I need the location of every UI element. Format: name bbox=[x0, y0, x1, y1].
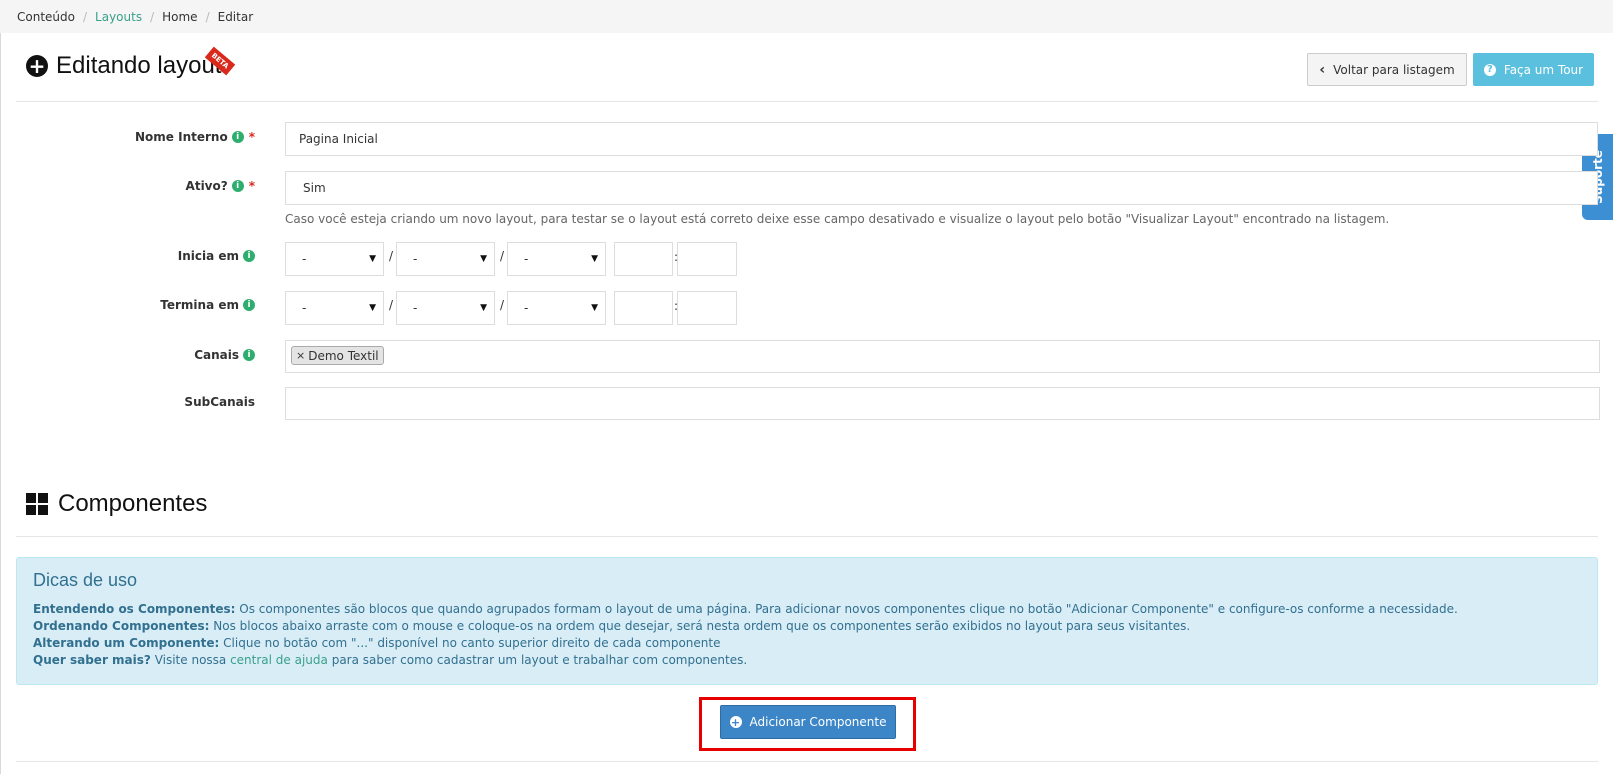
nome-interno-value: Pagina Inicial bbox=[299, 132, 378, 146]
required-marker: * bbox=[248, 130, 255, 144]
add-component-label: Adicionar Componente bbox=[749, 715, 887, 729]
componentes-divider bbox=[16, 536, 1598, 537]
subcanais-multiselect[interactable] bbox=[285, 387, 1600, 420]
breadcrumb: Conteúdo / Layouts / Home / Editar bbox=[0, 0, 1613, 33]
termina-em-minute-input[interactable] bbox=[677, 291, 737, 325]
tip-line: Alterando um Componente: Clique no botão… bbox=[33, 635, 1581, 652]
info-icon[interactable]: i bbox=[231, 180, 244, 192]
termina-em-month-value: - bbox=[413, 301, 418, 315]
date-separator: / bbox=[389, 298, 394, 312]
back-to-list-button[interactable]: ‹ Voltar para listagem bbox=[1307, 53, 1467, 86]
tip-heading: Alterando um Componente: bbox=[33, 636, 220, 650]
canais-label: Canais i bbox=[194, 348, 255, 362]
dropdown-arrow-icon: ▼ bbox=[480, 303, 487, 313]
header-divider bbox=[16, 101, 1598, 102]
dropdown-arrow-icon: ▼ bbox=[591, 303, 598, 313]
tips-panel: Dicas de uso Entendendo os Componentes: … bbox=[16, 557, 1598, 685]
ativo-value: Sim bbox=[303, 181, 326, 195]
tips-title: Dicas de uso bbox=[33, 570, 138, 590]
date-separator: / bbox=[500, 249, 505, 263]
canal-tag-label: Demo Textil bbox=[308, 348, 379, 363]
remove-tag-icon[interactable]: × bbox=[296, 349, 305, 362]
page-left-border bbox=[0, 0, 1, 774]
tip-text: Visite nossa bbox=[150, 653, 231, 667]
tip-heading: Entendendo os Componentes: bbox=[33, 602, 236, 616]
take-tour-button[interactable]: ? Faça um Tour bbox=[1473, 53, 1594, 86]
question-circle-icon: ? bbox=[1483, 63, 1496, 76]
info-icon[interactable]: i bbox=[243, 349, 255, 361]
dropdown-arrow-icon: ▼ bbox=[369, 303, 376, 313]
ativo-help-text: Caso você esteja criando um novo layout,… bbox=[285, 212, 1390, 226]
grid-icon bbox=[26, 493, 48, 515]
tip-line: Quer saber mais? Visite nossa central de… bbox=[33, 652, 1581, 669]
take-tour-label: Faça um Tour bbox=[1503, 62, 1584, 77]
plus-circle-icon: + bbox=[729, 715, 742, 729]
dropdown-arrow-icon: ▼ bbox=[369, 254, 376, 264]
breadcrumb-separator: / bbox=[150, 9, 155, 24]
canais-multiselect[interactable] bbox=[285, 340, 1600, 373]
ativo-select[interactable]: Sim bbox=[285, 171, 1598, 205]
ativo-label: Ativo? i * bbox=[186, 179, 255, 193]
tip-line: Entendendo os Componentes: Os componente… bbox=[33, 601, 1581, 618]
subcanais-label: SubCanais bbox=[184, 395, 255, 409]
canal-tag: × Demo Textil bbox=[291, 346, 384, 365]
tip-text: para saber como cadastrar um layout e tr… bbox=[327, 653, 748, 667]
inicia-em-minute-input[interactable] bbox=[677, 242, 737, 276]
tip-text: Nos blocos abaixo arraste com o mouse e … bbox=[209, 619, 1191, 633]
inicia-em-year-value: - bbox=[524, 252, 529, 266]
info-icon[interactable]: i bbox=[231, 131, 244, 143]
canais-label-text: Canais bbox=[194, 348, 239, 362]
add-component-button[interactable]: + Adicionar Componente bbox=[720, 705, 896, 739]
ativo-label-text: Ativo? bbox=[185, 179, 228, 193]
plus-circle-icon: + bbox=[26, 55, 48, 77]
chevron-left-icon: ‹ bbox=[1319, 61, 1326, 78]
page-title: + Editando layout bbox=[26, 52, 221, 80]
required-marker: * bbox=[248, 179, 255, 193]
help-center-link[interactable]: central de ajuda bbox=[230, 653, 328, 667]
inicia-em-year-select[interactable]: - ▼ bbox=[507, 242, 606, 276]
page-title-text: Editando layout bbox=[56, 52, 222, 79]
subcanais-label-text: SubCanais bbox=[184, 395, 255, 409]
breadcrumb-item-conteudo[interactable]: Conteúdo bbox=[17, 10, 75, 24]
date-separator: / bbox=[500, 298, 505, 312]
tip-heading: Quer saber mais? bbox=[33, 653, 151, 667]
inicia-em-month-select[interactable]: - ▼ bbox=[396, 242, 495, 276]
tip-text: Os componentes são blocos que quando agr… bbox=[235, 602, 1458, 616]
info-icon[interactable]: i bbox=[243, 299, 255, 311]
nome-interno-input[interactable]: Pagina Inicial bbox=[285, 122, 1598, 156]
inicia-em-label: Inicia em i bbox=[178, 249, 255, 263]
termina-em-label-text: Termina em bbox=[160, 298, 239, 312]
termina-em-month-select[interactable]: - ▼ bbox=[396, 291, 495, 325]
breadcrumb-separator: / bbox=[82, 9, 88, 24]
termina-em-day-value: - bbox=[302, 301, 307, 315]
breadcrumb-separator: / bbox=[205, 9, 210, 24]
termina-em-hour-input[interactable] bbox=[614, 291, 673, 325]
tip-heading: Ordenando Componentes: bbox=[33, 619, 210, 633]
inicia-em-day-select[interactable]: - ▼ bbox=[285, 242, 384, 276]
breadcrumb-item-home[interactable]: Home bbox=[162, 10, 197, 24]
back-to-list-label: Voltar para listagem bbox=[1333, 62, 1455, 77]
dropdown-arrow-icon: ▼ bbox=[480, 254, 487, 264]
componentes-title-text: Componentes bbox=[58, 490, 208, 517]
inicia-em-hour-input[interactable] bbox=[614, 242, 673, 276]
componentes-title: Componentes bbox=[26, 490, 207, 518]
nome-interno-label-text: Nome Interno bbox=[135, 130, 228, 144]
dropdown-arrow-icon: ▼ bbox=[591, 254, 598, 264]
inicia-em-month-value: - bbox=[413, 252, 418, 266]
inicia-em-day-value: - bbox=[302, 252, 307, 266]
termina-em-year-value: - bbox=[524, 301, 529, 315]
tip-line: Ordenando Componentes: Nos blocos abaixo… bbox=[33, 618, 1581, 635]
termina-em-year-select[interactable]: - ▼ bbox=[507, 291, 606, 325]
termina-em-day-select[interactable]: - ▼ bbox=[285, 291, 384, 325]
nome-interno-label: Nome Interno i * bbox=[135, 130, 255, 144]
info-icon[interactable]: i bbox=[243, 250, 255, 262]
tip-text: Clique no botão com "..." disponível no … bbox=[219, 636, 721, 650]
inicia-em-label-text: Inicia em bbox=[177, 249, 239, 263]
date-separator: / bbox=[389, 249, 394, 263]
breadcrumb-item-layouts[interactable]: Layouts bbox=[95, 10, 142, 24]
termina-em-label: Termina em i bbox=[160, 298, 255, 312]
footer-divider bbox=[16, 761, 1598, 762]
breadcrumb-item-editar: Editar bbox=[217, 9, 254, 24]
